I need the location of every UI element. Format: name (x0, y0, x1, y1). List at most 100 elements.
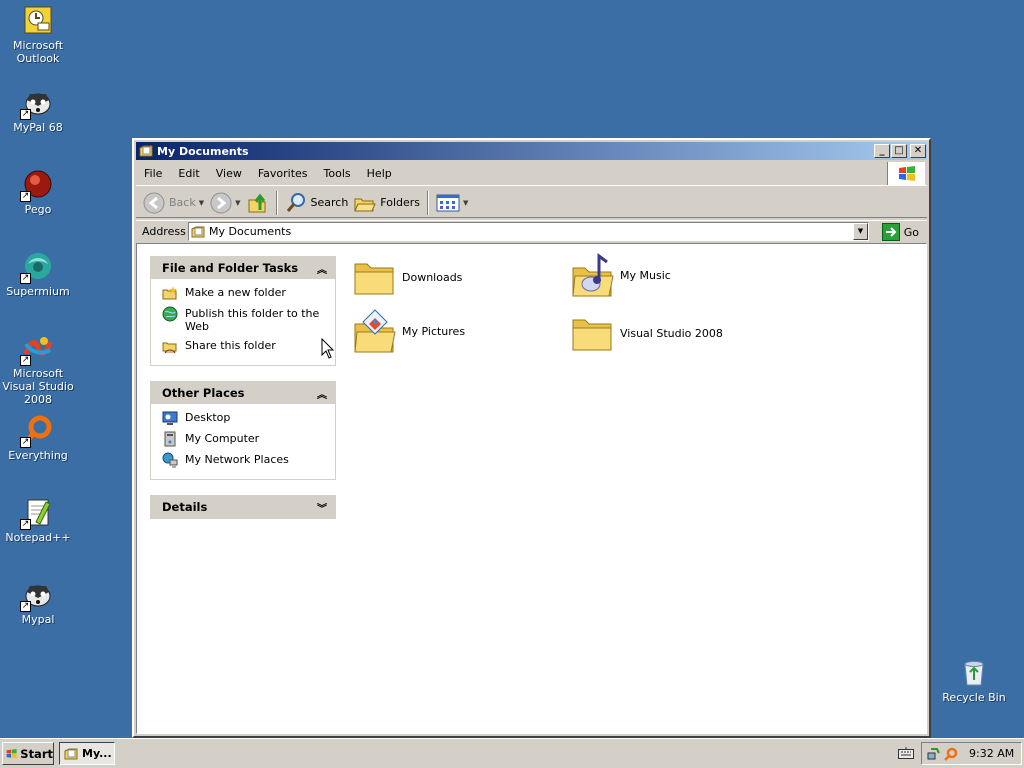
recycle-bin-icon (958, 656, 990, 688)
desktop-icon-visual-studio[interactable]: ↗ Microsoft Visual Studio 2008 (0, 332, 78, 406)
desktop-icon-supermium[interactable]: ↗ Supermium (0, 250, 78, 298)
publish-to-web-link[interactable]: Publish this folder to the Web (162, 306, 335, 333)
desktop-icon-everything[interactable]: ↗ Everything (0, 414, 78, 462)
taskbar-button-label: My... (82, 747, 112, 760)
chevron-down-icon: ▼ (463, 198, 469, 207)
my-documents-icon (139, 145, 153, 157)
outlook-icon (22, 4, 54, 36)
my-network-places-link[interactable]: My Network Places (162, 452, 335, 468)
address-dropdown-button[interactable]: ▼ (853, 223, 868, 240)
new-folder-icon (162, 286, 177, 300)
mypal-icon: ↗ (20, 578, 54, 612)
everything-tray-icon[interactable] (944, 747, 958, 761)
file-folder-tasks-header[interactable]: File and Folder Tasks ︽ (151, 257, 335, 279)
folders-label: Folders (380, 196, 421, 209)
task-pane: File and Folder Tasks ︽ Make a new folde… (150, 256, 336, 534)
share-folder-icon (162, 342, 177, 354)
expand-icon[interactable]: ︾ (317, 500, 327, 515)
file-name: Visual Studio 2008 (620, 326, 723, 340)
back-button[interactable]: Back ▼ (140, 190, 207, 216)
panel-title: File and Folder Tasks (162, 261, 299, 275)
forward-arrow-icon (210, 192, 232, 213)
desktop-icon-mypal-68[interactable]: ↗ MyPal 68 (0, 86, 78, 134)
taskbar-button-my-documents[interactable]: My... (59, 742, 115, 765)
windows-logo-icon (887, 162, 925, 185)
desktop-icon-label: Notepad++ (5, 531, 71, 544)
views-button[interactable]: ▼ (433, 190, 471, 216)
start-button[interactable]: Start (2, 742, 54, 765)
desktop-icon-mypal[interactable]: ↗ Mypal (0, 578, 78, 626)
my-computer-link[interactable]: My Computer (162, 431, 335, 447)
folder-up-icon (248, 193, 265, 212)
file-name: Downloads (402, 270, 463, 284)
address-bar: Address My Documents ▼ Go (136, 220, 927, 242)
chevron-down-icon[interactable]: ▼ (235, 199, 240, 207)
shortcut-arrow-icon: ↗ (20, 273, 31, 284)
desktop-icon-label: Microsoft Visual Studio 2008 (2, 367, 74, 406)
my-documents-icon (191, 226, 205, 237)
menu-bar: File Edit View Favorites Tools Help (136, 162, 927, 186)
file-folder-tasks-panel: File and Folder Tasks ︽ Make a new folde… (150, 256, 336, 366)
menu-edit[interactable]: Edit (170, 167, 207, 180)
desktop-link[interactable]: Desktop (162, 410, 335, 426)
details-header[interactable]: Details ︾ (151, 496, 335, 518)
folders-button[interactable]: Folders (351, 190, 423, 216)
menu-favorites[interactable]: Favorites (250, 167, 316, 180)
mypal-icon: ↗ (20, 86, 54, 120)
minimize-button[interactable]: _ (874, 144, 890, 158)
collapse-icon[interactable]: ︽ (317, 261, 327, 276)
make-new-folder-link[interactable]: Make a new folder (162, 285, 335, 301)
file-name: My Pictures (402, 324, 466, 338)
system-tray: 9:32 AM (921, 742, 1022, 765)
share-folder-link[interactable]: Share this folder (162, 338, 335, 354)
views-icon (436, 194, 460, 211)
collapse-icon[interactable]: ︽ (317, 386, 327, 401)
desktop-icon-pego[interactable]: ↗ Pego (0, 168, 78, 216)
menu-view[interactable]: View (208, 167, 250, 180)
folder-my-pictures[interactable]: My Pictures (353, 308, 465, 354)
folder-downloads[interactable]: Downloads (353, 256, 462, 298)
go-label: Go (903, 225, 919, 239)
shortcut-arrow-icon: ↗ (20, 601, 31, 612)
menu-help[interactable]: Help (359, 167, 400, 180)
address-input[interactable]: My Documents ▼ (188, 222, 869, 241)
music-folder-icon (572, 253, 614, 297)
folder-icon (354, 263, 394, 295)
network-tray-icon[interactable] (927, 747, 941, 761)
globe-icon (162, 306, 178, 322)
desktop-icon-outlook[interactable]: Microsoft Outlook (0, 4, 78, 65)
supermium-icon: ↗ (20, 250, 54, 284)
desktop-icon-recycle-bin[interactable]: Recycle Bin (934, 656, 1014, 704)
address-value: My Documents (209, 225, 292, 238)
desktop-icon-label: Recycle Bin (942, 691, 1006, 704)
desktop-icon-label: Everything (8, 449, 68, 462)
chevron-down-icon[interactable]: ▼ (199, 199, 204, 207)
desktop-icon-label: Supermium (6, 285, 70, 298)
folder-icon (572, 319, 612, 351)
panel-title: Details (162, 500, 208, 514)
menu-tools[interactable]: Tools (316, 167, 359, 180)
panel-title: Other Places (162, 386, 245, 400)
up-button[interactable] (244, 190, 272, 216)
keyboard-icon[interactable] (898, 747, 914, 759)
desktop-icon-label: Pego (24, 203, 52, 216)
pictures-folder-icon (354, 309, 396, 353)
other-places-header[interactable]: Other Places ︽ (151, 382, 335, 404)
clock[interactable]: 9:32 AM (969, 747, 1014, 760)
close-button[interactable]: ✕ (910, 144, 926, 158)
shortcut-arrow-icon: ↗ (20, 109, 31, 120)
menu-file[interactable]: File (136, 167, 170, 180)
my-computer-icon (164, 431, 176, 447)
folder-visual-studio-2008[interactable]: Visual Studio 2008 (571, 312, 723, 354)
forward-button[interactable]: ▼ (207, 190, 243, 216)
title-bar[interactable]: My Documents _ □ ✕ (136, 142, 927, 160)
shortcut-arrow-icon: ↗ (20, 191, 31, 202)
desktop-icon-notepadpp[interactable]: ↗ Notepad++ (0, 496, 78, 544)
mouse-cursor-icon (321, 338, 335, 359)
desktop-icon (162, 411, 178, 425)
search-button[interactable]: Search (282, 190, 352, 216)
go-button[interactable]: Go (881, 223, 919, 241)
search-icon (286, 192, 305, 212)
folder-my-music[interactable]: My Music (571, 252, 671, 298)
maximize-button[interactable]: □ (891, 144, 907, 158)
